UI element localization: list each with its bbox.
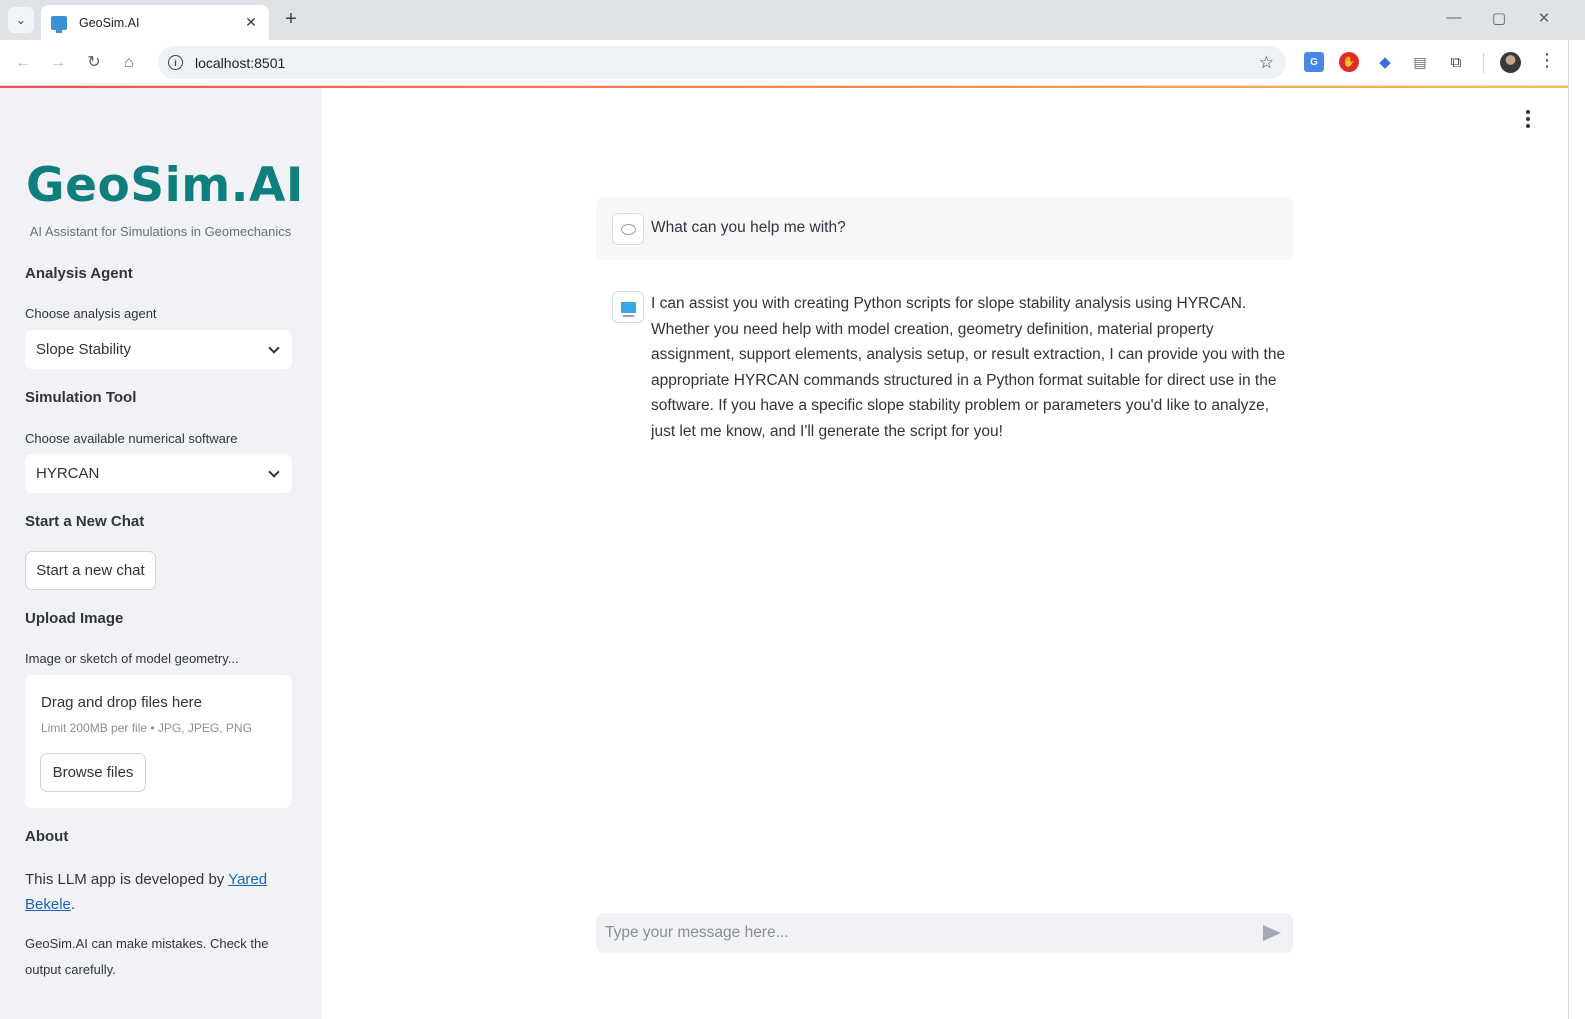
browser-tab-bar: ⌄ GeoSim.AI ✕ + — ▢ ✕ <box>0 0 1585 40</box>
stop-icon[interactable]: ✋ <box>1339 52 1359 72</box>
about-prefix: This LLM app is developed by <box>25 871 229 888</box>
browser-tab[interactable]: GeoSim.AI ✕ <box>41 5 269 40</box>
browser-toolbar: ← → ↻ ⌂ i localhost:8501 ☆ G ✋ ◆ ▤ ⧉ ⋮ <box>0 40 1585 86</box>
window-edge <box>1568 40 1585 1019</box>
user-avatar <box>612 213 644 245</box>
chevron-down-icon: ⌄ <box>15 13 27 27</box>
chat-input-container <box>596 913 1293 953</box>
app-logo: GeoSim.AI <box>26 158 304 213</box>
sidebar: GeoSim.AI AI Assistant for Simulations i… <box>0 88 321 1019</box>
puzzle-icon[interactable]: ⧉ <box>1446 52 1466 72</box>
maximize-button[interactable]: ▢ <box>1489 9 1509 27</box>
about-heading: About <box>25 828 69 845</box>
minimize-button[interactable]: — <box>1444 9 1464 26</box>
upload-image-heading: Upload Image <box>25 610 124 627</box>
chevron-down-icon <box>268 341 280 354</box>
browser-menu-icon[interactable]: ⋮ <box>1538 50 1556 71</box>
assistant-avatar <box>612 291 644 323</box>
graduation-cap-icon[interactable]: ◆ <box>1375 52 1395 72</box>
browse-files-button[interactable]: Browse files <box>40 753 146 792</box>
about-text: This LLM app is developed by Yared Bekel… <box>25 867 285 917</box>
monitor-icon <box>620 301 636 317</box>
home-button[interactable]: ⌂ <box>118 52 140 74</box>
new-tab-button[interactable]: + <box>280 8 302 30</box>
start-new-chat-button[interactable]: Start a new chat <box>25 551 156 590</box>
chat-main: What can you help me with? I can assist … <box>321 88 1568 1019</box>
analysis-agent-select[interactable]: Slope Stability <box>25 330 292 369</box>
address-bar[interactable]: i localhost:8501 ☆ <box>158 46 1286 79</box>
monitor-icon <box>51 15 67 33</box>
user-message: What can you help me with? <box>596 197 1293 260</box>
close-icon[interactable]: ✕ <box>243 14 259 31</box>
app-menu-icon[interactable] <box>1521 110 1535 128</box>
document-icon[interactable]: ▤ <box>1410 52 1430 72</box>
assistant-message-text: I can assist you with creating Python sc… <box>651 295 1286 440</box>
bookmark-star-icon[interactable]: ☆ <box>1259 53 1274 73</box>
simulation-tool-heading: Simulation Tool <box>25 389 137 406</box>
simulation-tool-value: HYRCAN <box>36 465 100 482</box>
translate-icon[interactable]: G <box>1304 52 1324 72</box>
toolbar-divider <box>1483 53 1484 73</box>
analysis-agent-heading: Analysis Agent <box>25 265 133 282</box>
tab-title: GeoSim.AI <box>79 15 140 30</box>
send-icon[interactable] <box>1263 925 1281 941</box>
info-icon[interactable]: i <box>168 55 183 70</box>
dropzone-limit: Limit 200MB per file • JPG, JPEG, PNG <box>41 721 252 735</box>
reload-button[interactable]: ↻ <box>83 52 105 74</box>
file-dropzone[interactable]: Drag and drop files here Limit 200MB per… <box>25 675 292 808</box>
back-button[interactable]: ← <box>12 52 34 74</box>
chevron-down-icon <box>268 465 280 478</box>
close-window-button[interactable]: ✕ <box>1534 9 1554 27</box>
url-text[interactable]: localhost:8501 <box>195 55 1259 71</box>
chat-input[interactable] <box>605 924 1263 942</box>
analysis-agent-value: Slope Stability <box>36 341 132 358</box>
new-chat-heading: Start a New Chat <box>25 513 145 530</box>
simulation-tool-select[interactable]: HYRCAN <box>25 454 292 493</box>
user-message-text: What can you help me with? <box>651 219 846 236</box>
forward-button[interactable]: → <box>47 52 69 74</box>
chat-bubble-icon <box>620 223 636 235</box>
profile-avatar[interactable] <box>1500 52 1521 73</box>
tab-search-button[interactable]: ⌄ <box>8 7 34 33</box>
analysis-agent-label: Choose analysis agent <box>25 306 157 321</box>
upload-image-label: Image or sketch of model geometry... <box>25 651 239 666</box>
about-suffix: . <box>70 896 76 913</box>
simulation-tool-label: Choose available numerical software <box>25 431 238 446</box>
dropzone-title: Drag and drop files here <box>41 694 202 711</box>
app-tagline: AI Assistant for Simulations in Geomecha… <box>29 224 292 239</box>
disclaimer-text: GeoSim.AI can make mistakes. Check the o… <box>25 936 269 977</box>
